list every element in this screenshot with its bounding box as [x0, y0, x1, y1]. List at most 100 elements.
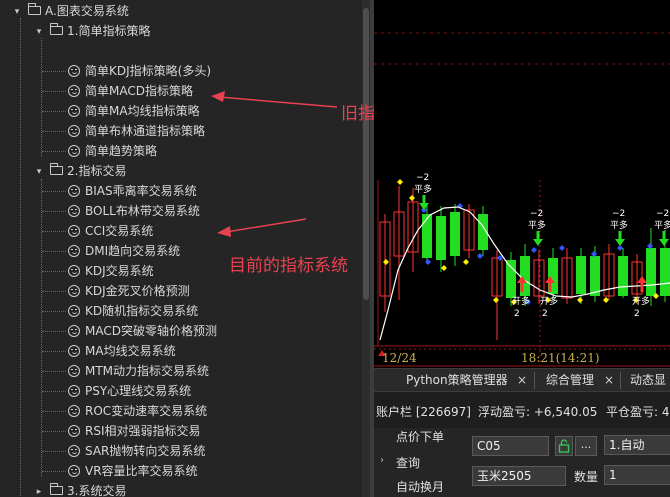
folder-icon	[28, 3, 41, 15]
signal-label: 平多	[414, 183, 432, 195]
tab-python-strategy-manager[interactable]: Python策略管理器	[400, 369, 514, 392]
lock-button[interactable]	[555, 436, 573, 456]
candle-body	[590, 256, 600, 296]
tree-node-strategy[interactable]: BOLL布林带交易系统	[68, 201, 200, 221]
kline-chart[interactable]: −2 平多 −2 平多 −2 平多 −2 平多 开多 2 开多 2 开多 2 12/24 18:21(14…	[374, 0, 670, 370]
strategy-icon	[68, 364, 80, 377]
menu-query[interactable]: 查询	[396, 454, 420, 471]
kline-chart-canvas[interactable]: −2平多−2平多−2平多−2平多开多2开多2开多2	[374, 0, 670, 370]
menu-auto-rollover[interactable]: 自动换月	[396, 478, 444, 495]
tree-guide	[42, 331, 66, 332]
close-icon[interactable]: ×	[517, 369, 527, 392]
signal-label: 平多	[528, 219, 546, 231]
tree-node-strategy[interactable]: 简单趋势策略	[68, 141, 157, 161]
tree-item-label: 3.系统交易	[67, 484, 127, 497]
signal-label: 平多	[654, 219, 670, 231]
tree-item-label: PSY心理线交易系统	[85, 384, 192, 398]
tree-item-label: BOLL布林带交易系统	[85, 204, 200, 218]
tree-guide	[41, 179, 42, 477]
tree-item-label: BIAS乖离率交易系统	[85, 184, 197, 198]
tree-node-root[interactable]: ▾ A.图表交易系统	[12, 1, 129, 21]
signal-dot	[559, 245, 565, 251]
chevron-right-icon[interactable]: ›	[380, 455, 384, 466]
signal-dot	[577, 297, 583, 303]
collapse-arrow-icon[interactable]: ▸	[34, 482, 44, 497]
tree-node-strategy[interactable]: MA均线交易系统	[68, 341, 176, 361]
tree-node-strategy[interactable]: PSY心理线交易系统	[68, 381, 191, 401]
product-input[interactable]: 玉米2505	[472, 466, 566, 486]
tree-guide	[42, 431, 66, 432]
signal-dot	[603, 297, 609, 303]
candle-body	[660, 248, 670, 296]
folder-icon	[50, 23, 63, 35]
tree-item-label: 简单趋势策略	[85, 144, 158, 158]
strategy-icon	[68, 224, 80, 237]
annotation-current-system: 目前的指标系统	[229, 256, 348, 276]
tree-item-label: KDJ交易系统	[85, 264, 154, 278]
tree-guide	[41, 38, 42, 157]
tree-node-strategy[interactable]: SAR抛物转向交易系统	[68, 441, 205, 461]
tree-node-strategy[interactable]: CCI交易系统	[68, 221, 153, 241]
menu-price-order[interactable]: 点价下单	[396, 428, 444, 445]
tree-node-strategy[interactable]: VR容量比率交易系统	[68, 461, 198, 481]
collapse-arrow-icon[interactable]: ▾	[34, 162, 44, 182]
tab-dynamic-display[interactable]: 动态显	[624, 369, 670, 392]
strategy-icon	[68, 204, 80, 217]
more-button[interactable]: ...	[575, 436, 597, 456]
collapse-arrow-icon[interactable]: ▾	[34, 22, 44, 42]
sell-arrow-head	[615, 239, 625, 246]
tree-guide	[42, 211, 66, 212]
strategy-icon	[68, 324, 80, 337]
tree-node-strategy[interactable]: 简单布林通道指标策略	[68, 121, 205, 141]
tree-node-strategy[interactable]: KD随机指标交易系统	[68, 301, 198, 321]
tree-guide	[42, 391, 66, 392]
chart-date-right: 18:21(14:21)	[521, 351, 600, 365]
tree-guide	[42, 111, 66, 112]
tree-guide	[42, 151, 66, 152]
tree-node-strategy[interactable]: 简单MA均线指标策略	[68, 101, 200, 121]
tree-guide	[42, 291, 66, 292]
tree-scrollbar-thumb[interactable]	[363, 8, 369, 300]
tree-node-strategy[interactable]: RSI相对强弱指标交易	[68, 421, 201, 441]
tab-separator	[620, 372, 621, 389]
quantity-label: 数量	[574, 470, 599, 484]
strategy-icon	[68, 124, 80, 137]
tree-item-label: RSI相对强弱指标交易	[85, 424, 201, 438]
strategy-icon	[68, 344, 80, 357]
tree-node-group[interactable]: ▸ 3.系统交易	[34, 481, 126, 497]
tree-node-strategy[interactable]: 简单KDJ指标策略(多头)	[68, 61, 211, 81]
tree-node-strategy[interactable]: MTM动力指标交易系统	[68, 361, 209, 381]
tree-node-strategy[interactable]: 简单MACD指标策略	[68, 81, 193, 101]
tab-general-management[interactable]: 综合管理	[540, 369, 600, 392]
order-mode-select[interactable]: 1.自动	[604, 435, 670, 455]
strategy-icon	[68, 64, 80, 77]
signal-label: 平多	[610, 219, 628, 231]
tree-node-strategy[interactable]: KDJ金死叉价格预测	[68, 281, 190, 301]
closed-pnl: 平仓盈亏: 4	[606, 405, 670, 419]
tree-node-strategy[interactable]: MACD突破零轴价格预测	[68, 321, 217, 341]
tree-item-label: 简单MA均线指标策略	[85, 104, 200, 118]
signal-label: 开多	[512, 295, 530, 307]
quantity-input[interactable]: 1	[604, 465, 670, 485]
strategy-tree: ▾ A.图表交易系统 ▾ 1.简单指标策略简单KDJ指标策略(多头) 简单MACD指标策…	[0, 0, 362, 497]
tree-node-strategy[interactable]: BIAS乖离率交易系统	[68, 181, 197, 201]
close-icon[interactable]: ×	[604, 369, 614, 392]
tree-item-label: MA均线交易系统	[85, 344, 176, 358]
tree-node-group[interactable]: ▾ 1.简单指标策略	[34, 21, 150, 41]
signal-qty: −2	[612, 209, 625, 219]
tree-node-group[interactable]: ▾ 2.指标交易	[34, 161, 126, 181]
tree-node-strategy[interactable]: DMI趋向交易系统	[68, 241, 180, 261]
signal-dot	[425, 259, 431, 265]
sell-arrow-head	[659, 239, 669, 246]
strategy-icon	[68, 104, 80, 117]
contract-input[interactable]: C05	[472, 436, 549, 456]
candle-body	[422, 214, 432, 258]
tree-node-strategy[interactable]: KDJ交易系统	[68, 261, 154, 281]
order-panel: 点价下单 › 查询 自动换月 C05 ... 1.自动 玉米2505 数量 1	[374, 428, 670, 497]
account-id: 账户栏 [226697]	[376, 405, 471, 419]
tree-guide	[42, 371, 66, 372]
strategy-icon	[68, 184, 80, 197]
tree-node-strategy[interactable]: ROC变动速率交易系统	[68, 401, 207, 421]
tree-item-label: SAR抛物转向交易系统	[85, 444, 206, 458]
collapse-arrow-icon[interactable]: ▾	[12, 2, 22, 22]
